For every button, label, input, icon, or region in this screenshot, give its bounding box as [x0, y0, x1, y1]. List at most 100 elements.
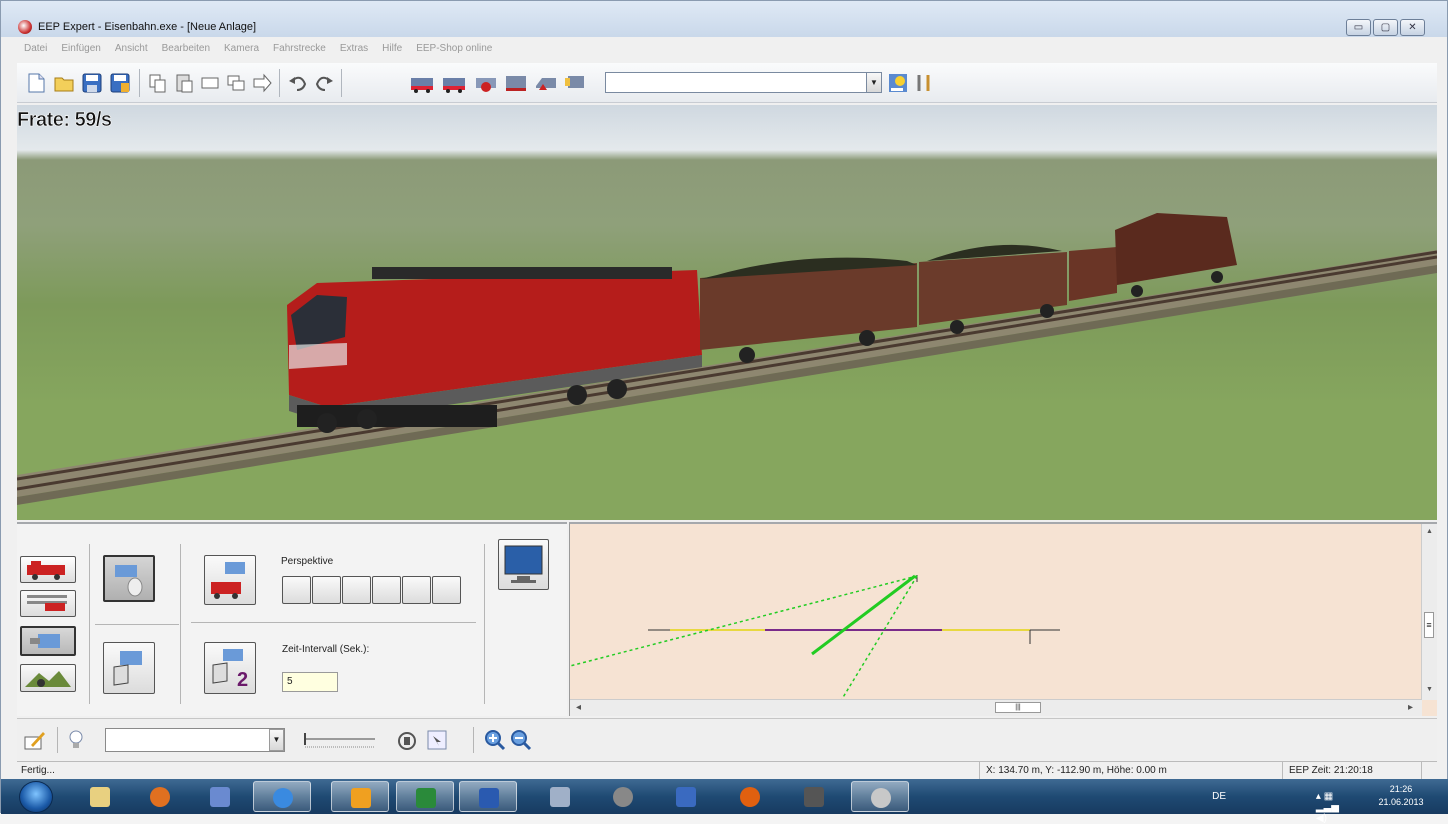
taskbar-outlook[interactable]: [331, 781, 389, 812]
taskbar-calculator[interactable]: [531, 781, 589, 812]
scroll-down-arrow[interactable]: ▼: [1426, 686, 1433, 693]
taskbar-internet-explorer[interactable]: [253, 781, 311, 812]
map-vertical-scrollbar[interactable]: ▲ ≡ ▼: [1421, 524, 1437, 700]
3d-viewport[interactable]: Frate: 59/s: [17, 105, 1437, 520]
eep-icon: [871, 788, 891, 808]
taskbar-eep-launcher[interactable]: [594, 781, 652, 812]
menu-bearbeiten[interactable]: Bearbeiten: [155, 41, 217, 61]
taskbar-firefox[interactable]: [721, 781, 779, 812]
tray-icons[interactable]: ▴ ▦ ▂▃▅ ◀): [1316, 791, 1339, 824]
train-icon-3[interactable]: [473, 72, 499, 94]
maximize-button[interactable]: ▢: [1373, 19, 1398, 36]
map-horizontal-scrollbar[interactable]: ◂ ||| ▸: [570, 699, 1422, 716]
mode-train-button[interactable]: [20, 556, 76, 583]
train-app-icon: [804, 787, 824, 807]
track-plan-map[interactable]: ▲ ≡ ▼ ◂ ||| ▸: [569, 522, 1437, 716]
mode-rolling-stock-button[interactable]: [20, 590, 76, 617]
duplicate-icon[interactable]: [225, 72, 247, 94]
window-controls: ▭ ▢ ✕: [1346, 19, 1425, 36]
status-coordinates: X: 134.70 m, Y: -112.90 m, Höhe: 0.00 m: [979, 762, 1275, 780]
vscroll-thumb[interactable]: ≡: [1424, 612, 1434, 638]
perspective-3-button[interactable]: [342, 576, 371, 604]
taskbar-media-player[interactable]: [131, 781, 189, 812]
rotate-icon[interactable]: [395, 727, 419, 753]
word-icon: [479, 788, 499, 808]
train-list-icon: [27, 595, 67, 611]
monitor-icon: [504, 545, 543, 583]
toolbar-separator: [341, 69, 342, 97]
perspective-5-button[interactable]: [402, 576, 431, 604]
train-icon-2[interactable]: [441, 72, 467, 94]
menu-einfuegen[interactable]: Einfügen: [54, 41, 107, 61]
perspective-2-button[interactable]: [312, 576, 341, 604]
menu-datei[interactable]: Datei: [17, 41, 54, 61]
panel-separator: [180, 544, 181, 704]
hscroll-thumb[interactable]: |||: [995, 702, 1041, 713]
tools-icon[interactable]: [913, 72, 935, 94]
paste-icon[interactable]: [173, 72, 195, 94]
taskbar-app-3[interactable]: [191, 781, 249, 812]
perspective-1-button[interactable]: [282, 576, 311, 604]
new-file-icon[interactable]: [25, 72, 47, 94]
menu-extras[interactable]: Extras: [333, 41, 375, 61]
taskbar-app-train[interactable]: [785, 781, 843, 812]
bottom-combo-dropdown[interactable]: ▼: [269, 729, 284, 751]
mode-camera-button[interactable]: [20, 626, 76, 656]
taskbar-word[interactable]: [459, 781, 517, 812]
redo-icon[interactable]: [313, 72, 335, 94]
mode-landscape-button[interactable]: [20, 664, 76, 692]
camera-train-button[interactable]: [204, 555, 256, 605]
taskbar-eep-active[interactable]: [851, 781, 909, 812]
menu-ansicht[interactable]: Ansicht: [108, 41, 155, 61]
camera-follow-button[interactable]: [103, 642, 155, 694]
clock-time: 21:26: [1389, 784, 1413, 794]
open-folder-icon[interactable]: [53, 72, 75, 94]
slider-control[interactable]: [299, 731, 379, 751]
menu-hilfe[interactable]: Hilfe: [375, 41, 409, 61]
menu-fahrstrecke[interactable]: Fahrstrecke: [266, 41, 333, 61]
monitor-view-button[interactable]: [498, 539, 549, 590]
save-icon[interactable]: [81, 72, 103, 94]
weather-icon[interactable]: [887, 72, 909, 94]
interval-label: Zeit-Intervall (Sek.):: [282, 644, 370, 655]
rectangle-icon[interactable]: [199, 72, 221, 94]
scroll-left-arrow[interactable]: ◂: [576, 702, 581, 713]
train-icon-1[interactable]: [409, 72, 435, 94]
interval-input[interactable]: 5: [282, 672, 338, 692]
menu-eep-shop[interactable]: EEP-Shop online: [409, 41, 499, 61]
undo-icon[interactable]: [287, 72, 309, 94]
perspective-6-button[interactable]: [432, 576, 461, 604]
camera-mouse-button[interactable]: [103, 555, 155, 602]
toolbar-combo[interactable]: [605, 72, 869, 93]
zoom-in-icon[interactable]: [483, 728, 507, 752]
start-button[interactable]: [19, 781, 53, 813]
train-icon-4[interactable]: [503, 72, 529, 94]
minimize-button[interactable]: ▭: [1346, 19, 1371, 36]
close-button[interactable]: ✕: [1400, 19, 1425, 36]
language-indicator[interactable]: DE: [1212, 791, 1226, 802]
scroll-up-arrow[interactable]: ▲: [1426, 528, 1433, 535]
outlook-icon: [351, 788, 371, 808]
perspective-4-button[interactable]: [372, 576, 401, 604]
calculator-icon: [550, 787, 570, 807]
taskbar-clock[interactable]: 21:26 21.06.2013: [1371, 783, 1431, 809]
scroll-right-arrow[interactable]: ▸: [1408, 702, 1413, 713]
menu-kamera[interactable]: Kamera: [217, 41, 266, 61]
zoom-out-icon[interactable]: [509, 728, 533, 752]
forward-icon[interactable]: [251, 72, 273, 94]
bottom-combo[interactable]: [105, 728, 285, 752]
select-area-icon[interactable]: [425, 728, 449, 752]
lightbulb-icon[interactable]: [67, 728, 85, 752]
save-as-icon[interactable]: [109, 72, 131, 94]
copy-icon[interactable]: [147, 72, 169, 94]
taskbar-word-doc[interactable]: [657, 781, 715, 812]
menu-bar: Datei Einfügen Ansicht Bearbeiten Kamera…: [17, 41, 499, 61]
train-icon-6[interactable]: [563, 72, 589, 94]
toolbar-combo-dropdown[interactable]: ▼: [866, 72, 882, 93]
train-icon-5[interactable]: [533, 72, 559, 94]
taskbar-excel[interactable]: [396, 781, 454, 812]
taskbar-explorer[interactable]: [71, 781, 129, 812]
edit-icon[interactable]: [23, 729, 47, 751]
camera-cycle-button[interactable]: 2: [204, 642, 256, 694]
status-text: Fertig...: [21, 765, 55, 776]
